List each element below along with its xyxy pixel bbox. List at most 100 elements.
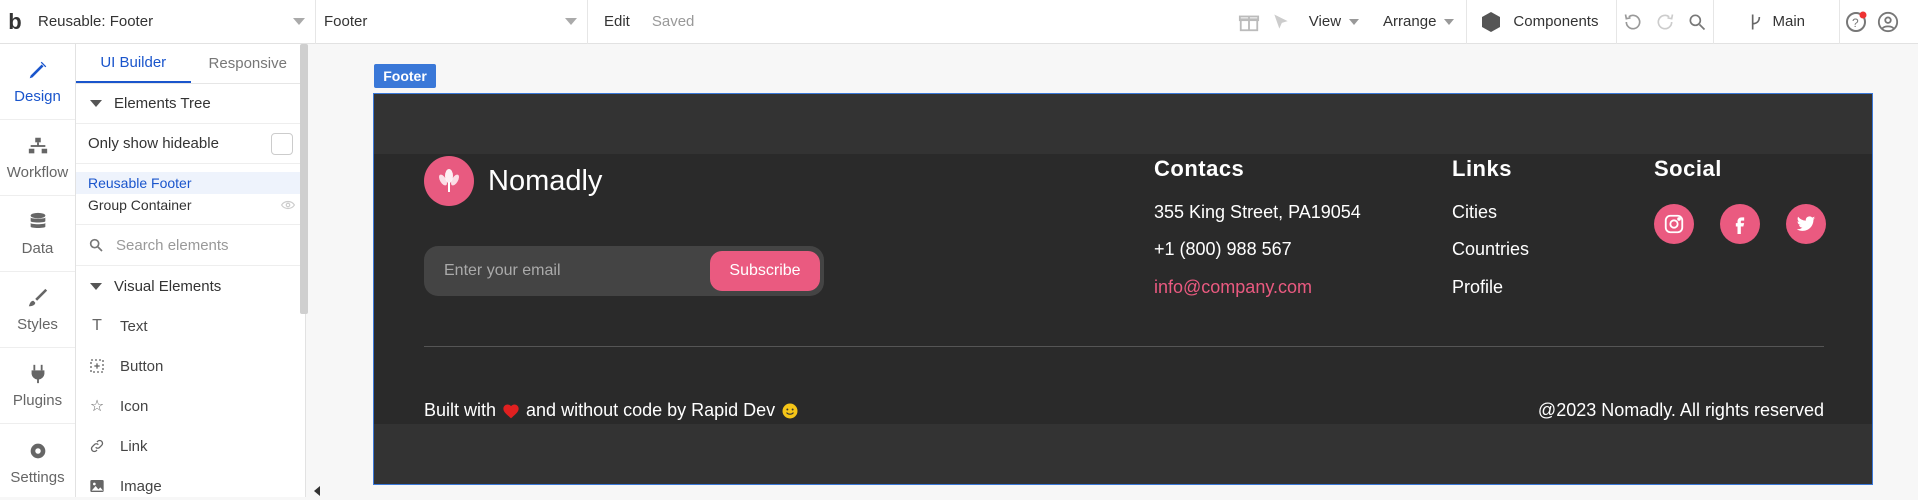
heart-icon — [503, 403, 519, 418]
built-with-text: Built with and without code by Rapid Dev — [424, 400, 799, 421]
element-select[interactable]: Footer — [316, 0, 588, 44]
left-rail: Design Workflow Data Styles Plugins Sett… — [0, 44, 76, 497]
paintbrush-icon — [26, 286, 50, 310]
link-profile[interactable]: Profile — [1452, 277, 1503, 298]
view-menu-label: View — [1308, 13, 1342, 30]
contact-email-link[interactable]: info@company.com — [1154, 277, 1312, 298]
brush-icon — [26, 58, 50, 82]
rail-item-label: Plugins — [12, 392, 63, 409]
element-button[interactable]: Button — [76, 346, 305, 386]
element-image[interactable]: Image — [76, 466, 305, 497]
brand: Nomadly — [424, 156, 602, 206]
instagram-icon[interactable] — [1654, 204, 1694, 244]
only-show-hideable-checkbox[interactable] — [271, 132, 293, 155]
rail-item-label: Settings — [10, 468, 65, 486]
branch-button[interactable]: Main — [1714, 0, 1839, 44]
rail-item-settings[interactable]: Settings — [0, 424, 75, 500]
subscribe-form: Subscribe — [424, 246, 824, 296]
tree-item-group-container[interactable]: Group Container — [76, 194, 305, 216]
tab-ui-builder[interactable]: UI Builder — [76, 44, 191, 83]
selected-element-tag[interactable]: Footer — [374, 64, 436, 88]
element-label: Text — [120, 317, 148, 335]
contact-phone: +1 (800) 988 567 — [1154, 239, 1292, 259]
only-show-hideable-row: Only show hideable — [76, 124, 305, 164]
social-heading: Social — [1654, 156, 1722, 181]
element-link[interactable]: Link — [76, 426, 305, 466]
redo-icon[interactable] — [1649, 0, 1681, 44]
rail-item-label: Data — [21, 240, 54, 257]
element-label: Link — [120, 437, 148, 455]
edit-menu[interactable]: Edit — [604, 13, 630, 30]
link-countries[interactable]: Countries — [1452, 239, 1529, 260]
element-label: Button — [120, 357, 164, 375]
email-input[interactable] — [444, 262, 694, 280]
chevron-down-icon — [1349, 18, 1360, 25]
star-icon: ☆ — [89, 398, 105, 415]
visual-elements-header[interactable]: Visual Elements — [76, 266, 305, 306]
collapse-panel-icon[interactable] — [314, 486, 320, 496]
text-icon: T — [92, 317, 102, 334]
undo-icon[interactable] — [1617, 0, 1649, 44]
element-select-value: Footer — [324, 13, 368, 30]
subscribe-button[interactable]: Subscribe — [710, 251, 820, 291]
chevron-down-icon — [1444, 18, 1455, 25]
database-icon — [26, 210, 50, 234]
rail-item-design[interactable]: Design — [0, 44, 75, 120]
help-icon[interactable]: ? — [1840, 0, 1872, 44]
search-elements-placeholder: Search elements — [116, 236, 229, 254]
tab-responsive[interactable]: Responsive — [191, 44, 306, 83]
elements-tree-label: Elements Tree — [114, 95, 211, 112]
components-label: Components — [1513, 13, 1599, 30]
gift-icon[interactable] — [1233, 0, 1265, 44]
collapse-triangle-icon — [90, 100, 102, 107]
facebook-icon[interactable] — [1720, 204, 1760, 244]
user-avatar-icon[interactable] — [1872, 0, 1904, 44]
rail-item-label: Design — [14, 88, 61, 105]
branch-icon — [1752, 14, 1761, 29]
link-cities[interactable]: Cities — [1452, 202, 1497, 223]
panel-tabs: UI Builder Responsive — [76, 44, 305, 84]
save-status: Saved — [651, 13, 695, 30]
only-show-hideable-label: Only show hideable — [88, 135, 219, 152]
search-icon[interactable] — [1681, 0, 1713, 44]
social-icons — [1654, 204, 1826, 244]
tree-item-reusable-footer[interactable]: Reusable Footer — [76, 172, 305, 194]
gear-icon — [26, 439, 50, 463]
rail-item-label: Workflow — [6, 164, 69, 181]
plug-icon — [26, 362, 50, 386]
element-text[interactable]: T Text — [76, 306, 305, 346]
smile-emoji-icon — [782, 403, 798, 418]
page-select[interactable]: Reusable: Footer — [30, 0, 316, 44]
builder-panel: UI Builder Responsive Elements Tree Only… — [76, 44, 306, 497]
elements-tree-header[interactable]: Elements Tree — [76, 84, 305, 124]
workflow-icon — [26, 134, 50, 158]
rail-item-styles[interactable]: Styles — [0, 272, 75, 348]
panel-scrollbar[interactable] — [300, 44, 308, 314]
arrange-menu[interactable]: Arrange — [1371, 0, 1466, 44]
search-elements[interactable]: Search elements — [76, 224, 305, 266]
components-button[interactable]: Components — [1467, 0, 1616, 44]
copyright-text: @2023 Nomadly. All rights reserved — [1537, 400, 1824, 420]
brand-name: Nomadly — [488, 164, 603, 197]
svg-text:?: ? — [1852, 16, 1859, 30]
bubble-logo[interactable]: b — [0, 0, 30, 44]
footer-preview[interactable]: Nomadly Subscribe Contacs 355 King Stree… — [373, 93, 1873, 485]
built-prefix: Built with — [424, 400, 497, 420]
nomadly-logo — [424, 156, 474, 206]
cube-icon — [1482, 11, 1501, 32]
branch-label: Main — [1772, 13, 1805, 30]
rail-item-data[interactable]: Data — [0, 196, 75, 272]
eye-icon[interactable] — [281, 200, 295, 210]
rail-item-workflow[interactable]: Workflow — [0, 120, 75, 196]
tree-item-label: Group Container — [88, 197, 192, 213]
element-label: Icon — [120, 397, 149, 415]
image-icon — [88, 477, 106, 495]
chevron-down-icon — [565, 18, 577, 25]
button-icon — [88, 357, 106, 375]
links-heading: Links — [1452, 156, 1512, 181]
element-icon[interactable]: ☆ Icon — [76, 386, 305, 426]
rail-item-plugins[interactable]: Plugins — [0, 348, 75, 424]
pointer-icon[interactable] — [1265, 0, 1297, 44]
view-menu[interactable]: View — [1297, 0, 1371, 44]
twitter-icon[interactable] — [1786, 204, 1826, 244]
